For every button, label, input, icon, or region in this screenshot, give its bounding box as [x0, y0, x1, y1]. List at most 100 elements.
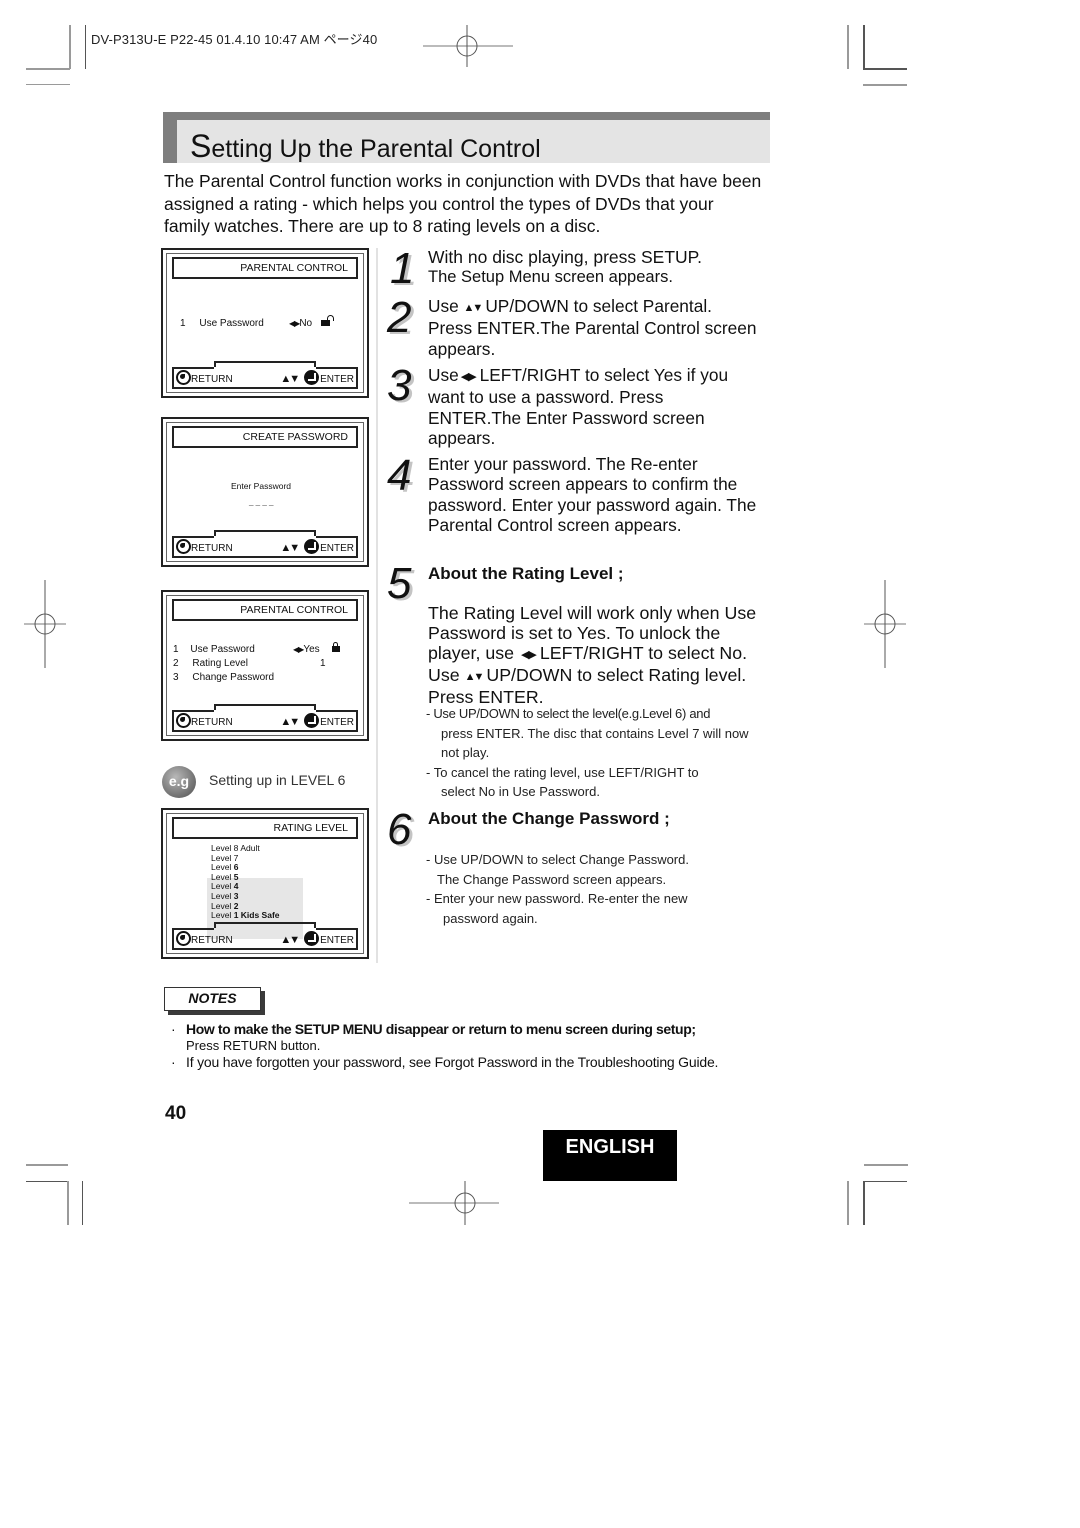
note-item: · If you have forgotten your password, s… [171, 1054, 719, 1070]
title-banner-left-bar [163, 112, 177, 163]
osd-row-use-password: 1 Use Password [180, 318, 264, 329]
step-number: 6 [387, 805, 412, 854]
step-number: 3 [387, 361, 412, 410]
enter-label: ENTER [320, 717, 354, 728]
row-number: 2 [173, 658, 179, 669]
up-down-arrows-icon: ▲▼ [280, 716, 300, 728]
enter-password-prompt: Enter Password [231, 481, 291, 491]
up-down-arrows-icon: ▲▼ [280, 542, 300, 554]
osd-row-use-password: 1 Use Password [173, 644, 255, 655]
return-icon [176, 931, 191, 946]
step-4: Enter your password. The Re-enter Passwo… [428, 454, 757, 535]
enter-label: ENTER [320, 935, 354, 946]
column-divider [376, 248, 378, 963]
title-initial: S [190, 128, 212, 164]
bullet-item: - To cancel the rating level, use LEFT/R… [426, 764, 699, 780]
row-label: Rating Level [192, 658, 248, 669]
up-down-arrows-icon: ▲▼ [280, 373, 300, 385]
example-caption: Setting up in LEVEL 6 [209, 772, 346, 788]
registration-mark-right [864, 580, 906, 668]
step-5-heading: About the Rating Level ; [428, 564, 624, 583]
row-number: 3 [173, 672, 179, 683]
registration-mark-left [24, 580, 66, 668]
step-6-heading: About the Change Password ; [428, 809, 670, 828]
osd-header: CREATE PASSWORD [172, 426, 358, 448]
return-icon [176, 539, 191, 554]
osd-header: RATING LEVEL [172, 817, 358, 839]
row-value: No [299, 318, 313, 329]
row-value: 1 [320, 658, 326, 669]
bullet-item: - Enter your new password. Re-enter the … [426, 891, 688, 906]
up-down-arrows-icon: ▲▼ [464, 671, 485, 683]
example-badge: e.g [162, 766, 196, 798]
return-icon [176, 370, 191, 385]
enter-icon [304, 370, 320, 385]
return-label: RETURN [191, 543, 233, 554]
step-5-body: The Rating Level will work only when Use… [428, 603, 757, 707]
bullet-item: - Use UP/DOWN to select Change Password. [426, 852, 689, 867]
bullet-item: - Use UP/DOWN to select the level(e.g.Le… [426, 706, 711, 721]
row-label: Change Password [192, 672, 275, 683]
enter-icon [304, 713, 320, 728]
step-number: 2 [387, 293, 412, 342]
unlocked-padlock-icon [320, 315, 334, 326]
step-number: 4 [387, 451, 412, 500]
osd-row-rating-level: 2 Rating Level [173, 658, 248, 669]
password-mask: _ _ _ _ [249, 497, 274, 506]
step-number: 1 [390, 244, 415, 293]
language-tab: ENGLISH [543, 1130, 677, 1181]
bullet-item-continued: password again. [443, 910, 538, 926]
registration-mark-bottom [409, 1181, 499, 1225]
locked-padlock-icon [332, 642, 341, 652]
intro-paragraph: The Parental Control function works in c… [164, 171, 762, 236]
bullet-item-continued: The Change Password screen appears. [437, 871, 667, 887]
osd-header: PARENTAL CONTROL [172, 257, 358, 279]
page-title: Setting Up the Parental Control [190, 128, 541, 165]
title-rest: etting Up the Parental Control [211, 135, 541, 163]
left-right-arrows-icon: ◀▶ [289, 319, 300, 328]
step-number: 5 [387, 559, 412, 608]
osd-screen-rating-level: RATING LEVEL Level 8 Adult Level 7 Level… [161, 808, 369, 959]
step-2: Use ▲▼ UP/DOWN to select Parental. Press … [428, 296, 757, 359]
notes-label: NOTES [164, 987, 261, 1011]
row-number: 1 [173, 644, 179, 655]
osd-screen-create-password: CREATE PASSWORD Enter Password _ _ _ _ R… [161, 417, 369, 567]
bullet-item-continued: press ENTER. The disc that contains Leve… [441, 725, 749, 761]
bullet-item-continued: select No in Use Password. [441, 784, 600, 799]
up-down-arrows-icon: ▲▼ [280, 934, 300, 946]
note-item: · How to make the SETUP MENU disappear o… [171, 1021, 696, 1053]
step-5-bullets: - Use UP/DOWN to select the level(e.g.Le… [426, 704, 761, 802]
row-number: 1 [180, 318, 186, 329]
enter-label: ENTER [320, 543, 354, 554]
osd-row-change-password: 3 Change Password [173, 672, 274, 683]
osd-header: PARENTAL CONTROL [172, 599, 358, 621]
enter-icon [304, 539, 320, 554]
enter-label: ENTER [320, 374, 354, 385]
return-label: RETURN [191, 374, 233, 385]
left-right-arrows-icon: ◀▶ [460, 371, 477, 383]
bullet-dot: · [171, 1054, 176, 1070]
osd-footer: RETURN ▲▼ ENTER [172, 530, 358, 558]
return-label: RETURN [191, 935, 233, 946]
osd-footer: RETURN ▲▼ ENTER [172, 704, 358, 732]
return-label: RETURN [191, 717, 233, 728]
left-right-arrows-icon: ◀▶ [520, 649, 537, 661]
level-item: Level 1 Kids Safe [211, 910, 280, 921]
osd-screen-parental-control-no: PARENTAL CONTROL 1 Use Password ◀▶No RET… [161, 248, 369, 398]
registration-mark-top [423, 25, 513, 67]
row-label: Use Password [190, 644, 255, 655]
osd-footer: RETURN ▲▼ ENTER [172, 922, 358, 950]
bullet-dot: · [171, 1021, 176, 1037]
osd-footer: RETURN ▲▼ ENTER [172, 361, 358, 389]
page-number: 40 [165, 1103, 187, 1124]
step-3: Use ◀▶ LEFT/RIGHT to select Yes if you wan… [428, 365, 729, 448]
title-banner-top-bar [163, 112, 770, 120]
up-down-arrows-icon: ▲▼ [463, 302, 484, 314]
osd-screen-parental-control-yes: PARENTAL CONTROL 1 Use Password ◀▶Yes 2 … [161, 590, 369, 741]
print-slug: DV-P313U-E P22-45 01.4.10 10:47 AM ページ40 [91, 32, 378, 47]
row-label: Use Password [199, 318, 264, 329]
row-value: Yes [303, 644, 320, 655]
step-6-bullets: - Use UP/DOWN to select Change Password.… [426, 850, 761, 928]
left-right-arrows-icon: ◀▶ [293, 645, 304, 654]
step-1: With no disc playing, press SETUP. The S… [428, 247, 702, 287]
